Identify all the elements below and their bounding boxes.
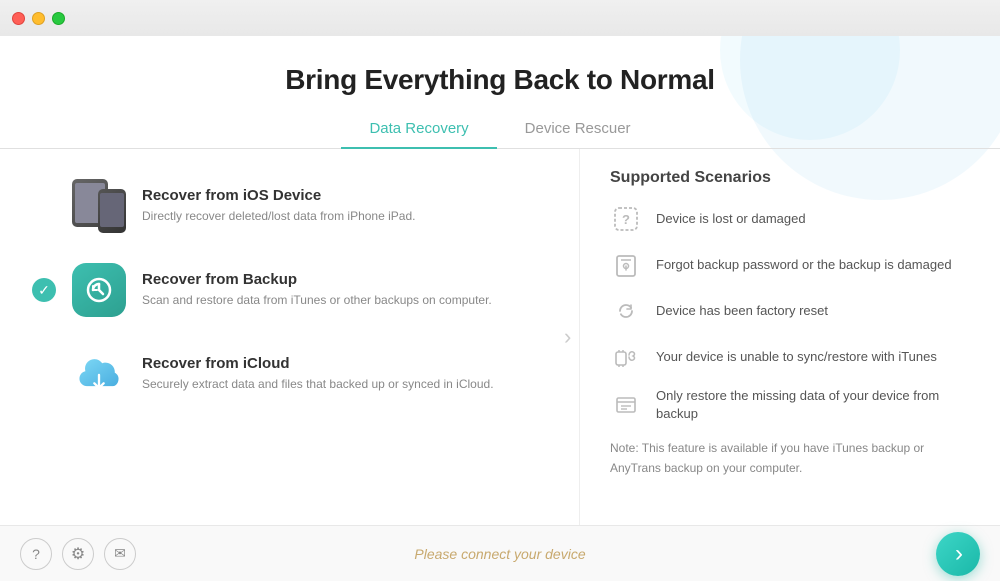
icloud-text: Recover from iCloud Securely extract dat… bbox=[142, 355, 494, 393]
scenarios-title: Supported Scenarios bbox=[610, 169, 970, 187]
scenarios-note: Note: This feature is available if you h… bbox=[610, 439, 970, 477]
gear-icon: ⚙ bbox=[71, 544, 85, 564]
close-button[interactable] bbox=[12, 12, 25, 25]
sync-restore-icon bbox=[610, 341, 642, 373]
next-button[interactable]: › bbox=[936, 532, 980, 576]
forgot-password-icon bbox=[610, 249, 642, 281]
scenario-forgot-password: Forgot backup password or the backup is … bbox=[610, 249, 970, 281]
ios-device-icon bbox=[72, 179, 126, 233]
option-icloud[interactable]: Recover from iCloud Securely extract dat… bbox=[60, 337, 559, 411]
chevron-separator: › bbox=[564, 324, 571, 350]
next-arrow-icon: › bbox=[955, 540, 963, 568]
bottom-left-icons: ? ⚙ ✉ bbox=[20, 538, 136, 570]
factory-reset-icon bbox=[610, 295, 642, 327]
icloud-title: Recover from iCloud bbox=[142, 355, 494, 372]
restore-backup-icon bbox=[610, 389, 642, 421]
titlebar bbox=[0, 0, 1000, 36]
help-button[interactable]: ? bbox=[20, 538, 52, 570]
icloud-description: Securely extract data and files that bac… bbox=[142, 375, 494, 393]
left-panel: Recover from iOS Device Directly recover… bbox=[0, 149, 580, 525]
icloud-icon bbox=[72, 347, 126, 401]
minimize-button[interactable] bbox=[32, 12, 45, 25]
tab-bar: Data Recovery Device Rescuer bbox=[0, 112, 1000, 149]
scenario-sync-restore: Your device is unable to sync/restore wi… bbox=[610, 341, 970, 373]
backup-icon bbox=[72, 263, 126, 317]
backup-svg bbox=[83, 274, 115, 306]
page-title: Bring Everything Back to Normal bbox=[0, 64, 1000, 96]
scenario-sync-restore-text: Your device is unable to sync/restore wi… bbox=[656, 348, 937, 366]
hero-section: Bring Everything Back to Normal bbox=[0, 36, 1000, 96]
maximize-button[interactable] bbox=[52, 12, 65, 25]
scenario-lost-damaged: ? Device is lost or damaged bbox=[610, 203, 970, 235]
checkmark-badge: ✓ bbox=[32, 278, 56, 302]
lost-damaged-icon: ? bbox=[610, 203, 642, 235]
ios-device-description: Directly recover deleted/lost data from … bbox=[142, 207, 415, 225]
message-icon: ✉ bbox=[114, 545, 126, 562]
settings-button[interactable]: ⚙ bbox=[62, 538, 94, 570]
ios-device-text: Recover from iOS Device Directly recover… bbox=[142, 187, 415, 225]
backup-title: Recover from Backup bbox=[142, 271, 492, 288]
scenario-factory-reset: Device has been factory reset bbox=[610, 295, 970, 327]
option-ios-device[interactable]: Recover from iOS Device Directly recover… bbox=[60, 169, 559, 243]
svg-text:?: ? bbox=[622, 212, 630, 227]
scenario-restore-backup: Only restore the missing data of your de… bbox=[610, 387, 970, 423]
scenario-restore-backup-text: Only restore the missing data of your de… bbox=[656, 387, 970, 423]
backup-text: Recover from Backup Scan and restore dat… bbox=[142, 271, 492, 309]
main-content: Bring Everything Back to Normal Data Rec… bbox=[0, 36, 1000, 525]
tab-device-rescuer[interactable]: Device Rescuer bbox=[497, 112, 659, 149]
backup-description: Scan and restore data from iTunes or oth… bbox=[142, 291, 492, 309]
help-icon: ? bbox=[32, 546, 40, 562]
content-area: Recover from iOS Device Directly recover… bbox=[0, 149, 1000, 525]
option-backup[interactable]: ✓ Recover from Backup Scan and restore d… bbox=[60, 253, 559, 327]
tab-data-recovery[interactable]: Data Recovery bbox=[341, 112, 496, 149]
bottom-bar: ? ⚙ ✉ Please connect your device › bbox=[0, 525, 1000, 581]
scenario-factory-reset-text: Device has been factory reset bbox=[656, 302, 828, 320]
message-button[interactable]: ✉ bbox=[104, 538, 136, 570]
icloud-svg bbox=[72, 353, 126, 395]
traffic-lights bbox=[12, 12, 65, 25]
connect-text: Please connect your device bbox=[414, 546, 585, 562]
ios-device-title: Recover from iOS Device bbox=[142, 187, 415, 204]
right-panel: Supported Scenarios ? Device is lost or … bbox=[580, 149, 1000, 525]
scenario-forgot-password-text: Forgot backup password or the backup is … bbox=[656, 256, 952, 274]
scenario-lost-damaged-text: Device is lost or damaged bbox=[656, 210, 806, 228]
